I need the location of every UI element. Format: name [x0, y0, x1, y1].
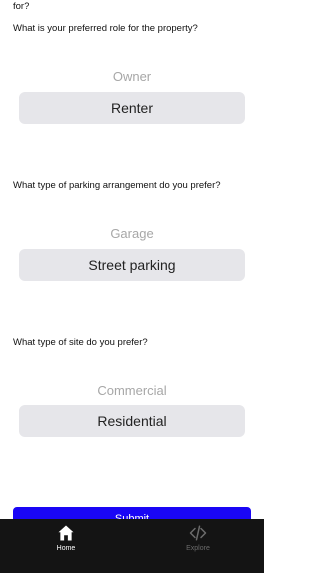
question-parking: What type of parking arrangement do you …	[13, 180, 221, 191]
tab-explore[interactable]: Explore	[153, 519, 243, 573]
role-option-above[interactable]: Owner	[19, 69, 245, 84]
tab-home[interactable]: Home	[21, 519, 111, 573]
tab-explore-label: Explore	[186, 545, 210, 552]
parking-option-above[interactable]: Garage	[19, 226, 245, 241]
code-icon	[189, 525, 207, 541]
site-selected-option[interactable]: Residential	[19, 405, 245, 437]
tab-bar: Home Explore	[0, 519, 264, 573]
home-icon	[58, 525, 74, 541]
site-option-above[interactable]: Commercial	[19, 383, 245, 398]
question-role: What is your preferred role for the prop…	[13, 23, 198, 34]
tab-home-label: Home	[56, 545, 76, 552]
role-selected-option[interactable]: Renter	[19, 92, 245, 124]
question-site: What type of site do you prefer?	[13, 337, 148, 348]
top-fragment: for?	[13, 1, 30, 12]
parking-selected-option[interactable]: Street parking	[19, 249, 245, 281]
